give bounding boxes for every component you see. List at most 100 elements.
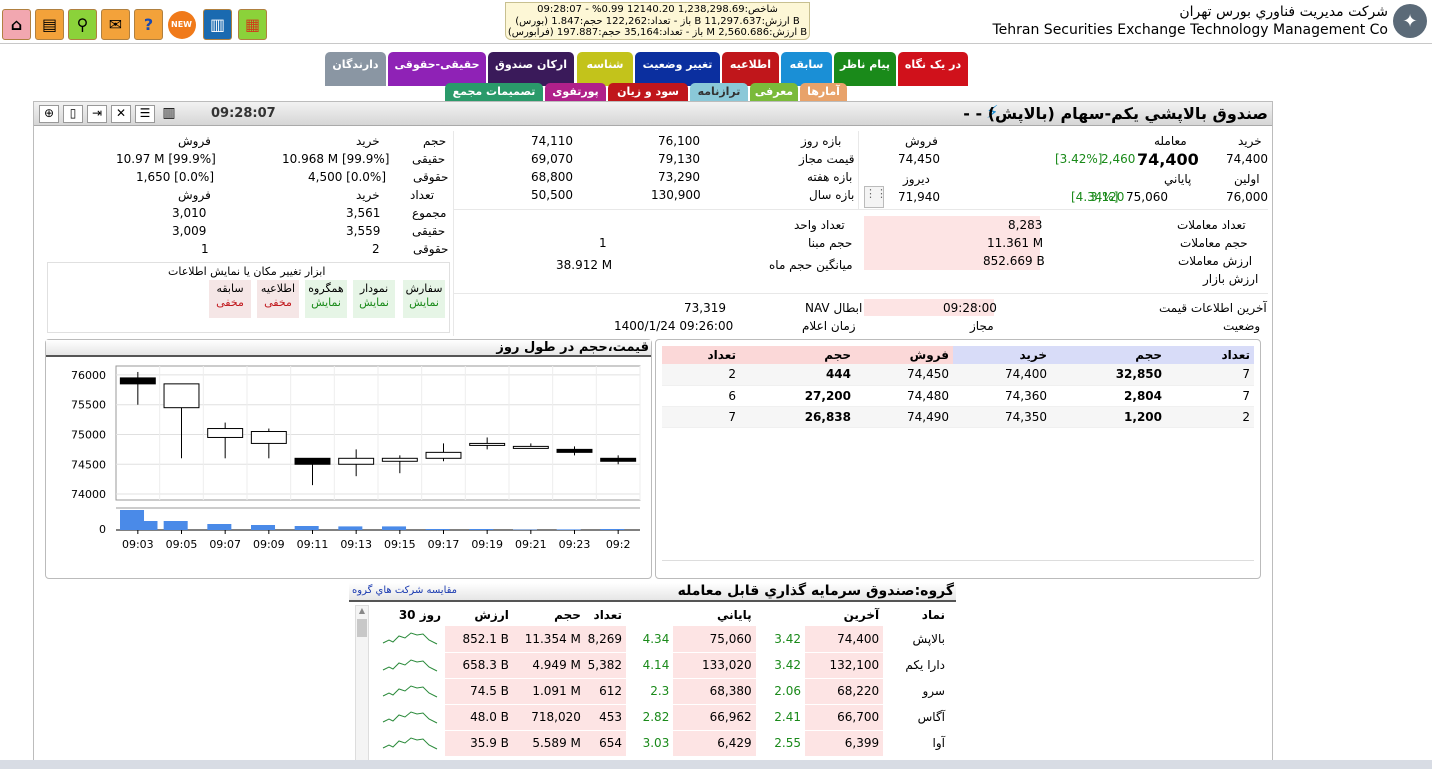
toggle-4[interactable]: سابقه مخفی bbox=[209, 280, 251, 318]
group-row[interactable]: 852.1 B 11.354 M 8,269 4.34 75,060 3.42 74,400… bbox=[373, 626, 949, 653]
ob-cell: 74,450 bbox=[855, 364, 953, 386]
x-tick-label: 09:15 bbox=[384, 538, 416, 551]
zoom-icon[interactable]: ⊕ bbox=[39, 105, 59, 123]
scroll-up-icon[interactable]: ▲ bbox=[356, 606, 368, 615]
group-cell: 3.42 bbox=[755, 652, 805, 679]
y-tick-label: 75000 bbox=[71, 428, 106, 441]
candle-body bbox=[556, 448, 593, 453]
legal-buy-value: 4,500 [0.0%] bbox=[308, 170, 387, 184]
group-cell: 2.55 bbox=[755, 730, 805, 757]
volume-bar bbox=[251, 525, 276, 530]
subtab-5[interactable]: تصميمات مجمع bbox=[445, 83, 543, 101]
group-cell: 74.5 B bbox=[445, 678, 513, 705]
group-cell: 6,429 bbox=[673, 730, 756, 757]
candle-body bbox=[207, 428, 244, 438]
sparkline bbox=[382, 736, 438, 749]
sell-label: فروش bbox=[905, 134, 938, 148]
volume-tick-label: 0 bbox=[99, 523, 106, 536]
deal-value: 74,400 bbox=[1137, 150, 1199, 169]
avg-volume-label: ميانگين حجم ماه bbox=[769, 258, 853, 272]
tab-3[interactable]: اطلاعيه bbox=[722, 52, 779, 86]
group-scrollbar[interactable]: ▲ bbox=[355, 605, 369, 769]
list-icon[interactable]: ☰ bbox=[135, 105, 155, 123]
group-cell: 612 bbox=[584, 678, 627, 705]
ob-cell: 7 bbox=[662, 406, 740, 428]
trade-volume-value: 11.361 M bbox=[987, 236, 1044, 250]
company-name-en: Tehran Securities Exchange Technology Ma… bbox=[992, 22, 1388, 38]
ob-cell: 1,200 bbox=[1051, 406, 1166, 428]
tab-4[interactable]: تغيير وضعيت bbox=[635, 52, 720, 86]
ob-cell: 74,480 bbox=[855, 385, 953, 407]
candle-body bbox=[512, 445, 549, 449]
day-range-label: بازه روز bbox=[801, 134, 842, 148]
group-header-3: پاياني bbox=[716, 607, 752, 622]
group-header-5: تعداد bbox=[593, 607, 623, 622]
group-cell: آگاس bbox=[883, 704, 949, 731]
sparkline-cell bbox=[373, 730, 445, 757]
tab-1[interactable]: پيام ناظر bbox=[834, 52, 896, 86]
group-row[interactable]: 74.5 B 1.091 M 612 2.3 68,380 2.06 68,220 سرو bbox=[373, 678, 949, 705]
chart-book-icon[interactable]: ▥ bbox=[203, 9, 232, 40]
toggle-name: نمودار bbox=[359, 282, 389, 295]
message-icon[interactable]: ✉ bbox=[101, 9, 130, 40]
group-header-2 bbox=[756, 603, 805, 626]
subtab-4[interactable]: پورتفوی bbox=[545, 83, 606, 101]
tab-6[interactable]: ارکان صندوق bbox=[488, 52, 574, 86]
announce-value: 1400/1/24 09:26:00 bbox=[614, 319, 734, 333]
group-row[interactable]: 48.0 B 718,020 453 2.82 66,962 2.41 66,700 آگاس bbox=[373, 704, 949, 731]
ob-cell: 7 bbox=[1166, 385, 1254, 407]
toggle-state: نمايش bbox=[359, 296, 389, 309]
watchlist-icon[interactable]: ▤ bbox=[35, 9, 64, 40]
y-tick-label: 74500 bbox=[71, 458, 106, 471]
bar-chart-icon[interactable]: ▥ bbox=[159, 105, 179, 123]
ob-cell: 74,490 bbox=[855, 406, 953, 428]
buy-value: 74,400 bbox=[1226, 152, 1268, 166]
home-icon[interactable]: ⌂ bbox=[2, 9, 31, 40]
yesterday-value: 71,940 bbox=[898, 190, 940, 204]
toggle-1[interactable]: نمودار نمايش bbox=[353, 280, 395, 318]
group-header-7: ارزش bbox=[474, 607, 509, 622]
compare-group-link[interactable]: مقايسه شرکت هاي گروه bbox=[352, 585, 457, 596]
group-cell: 11.354 M bbox=[512, 626, 585, 653]
group-cell: 852.1 B bbox=[445, 626, 513, 653]
nav-value: 73,319 bbox=[684, 301, 726, 315]
subtab-0[interactable]: آمارها bbox=[800, 83, 847, 101]
tab-2[interactable]: سابقه bbox=[781, 52, 832, 86]
grid-app-icon[interactable]: ▦ bbox=[238, 9, 267, 40]
group-cell: 658.3 B bbox=[445, 652, 513, 679]
group-row[interactable]: 35.9 B 5.589 M 654 3.03 6,429 2.55 6,399 آوا bbox=[373, 730, 949, 757]
subtab-2[interactable]: ترازنامه bbox=[690, 83, 748, 101]
sparkline-cell bbox=[373, 704, 445, 731]
sparkline bbox=[382, 684, 438, 697]
taskbar bbox=[0, 760, 1432, 769]
subtab-3[interactable]: سود و زيان bbox=[608, 83, 688, 101]
toggle-2[interactable]: همگروه نمايش bbox=[305, 280, 347, 318]
subtab-1[interactable]: معرفی bbox=[750, 83, 798, 101]
ob-cell: 74,350 bbox=[953, 406, 1051, 428]
toggle-0[interactable]: سفارش نمايش bbox=[403, 280, 445, 318]
toggles-title: ابزار تغيير مکان يا نمايش اطلاعات bbox=[168, 265, 326, 278]
tab-8[interactable]: دارندگان bbox=[325, 52, 386, 86]
group-row[interactable]: 658.3 B 4.949 M 5,382 4.14 133,020 3.42 132,10… bbox=[373, 652, 949, 679]
orderbook-row: 7 26,838 74,490 74,350 1,200 2 bbox=[662, 406, 1254, 428]
tab-7[interactable]: حقيقی-حقوقی bbox=[388, 52, 486, 86]
scroll-thumb[interactable] bbox=[357, 619, 367, 637]
tab-0[interactable]: در يک نگاه bbox=[898, 52, 968, 86]
new-badge-label: NEW bbox=[167, 10, 196, 39]
settings-sliders-icon[interactable]: ⋮⋮ bbox=[864, 186, 887, 208]
group-cell: 4.949 M bbox=[512, 652, 585, 679]
tools-icon[interactable]: ✕ bbox=[111, 105, 131, 123]
tab-5[interactable]: شناسه bbox=[577, 52, 633, 86]
real2-buy-value: 3,559 bbox=[346, 224, 381, 238]
group-header: مقايسه شرکت هاي گروه گروه:صندوق سرمايه گ… bbox=[349, 583, 956, 602]
toggle-3[interactable]: اطلاعيه مخفی bbox=[257, 280, 299, 318]
header-tools: ⊕ ▯ ⇥ ✕ ☰ ▥ bbox=[39, 105, 179, 123]
new-badge-icon[interactable]: NEW bbox=[167, 9, 196, 40]
search-icon[interactable]: ⚲ bbox=[68, 9, 97, 40]
chart-header: قيمت،حجم در طول روز bbox=[46, 340, 651, 357]
export-icon[interactable]: ⇥ bbox=[87, 105, 107, 123]
group-cell: 2.82 bbox=[626, 704, 674, 731]
calculator-icon[interactable]: ▯ bbox=[63, 105, 83, 123]
orderbook-row: 6 27,200 74,480 74,360 2,804 7 bbox=[662, 385, 1254, 407]
help-icon[interactable]: ? bbox=[134, 9, 163, 40]
